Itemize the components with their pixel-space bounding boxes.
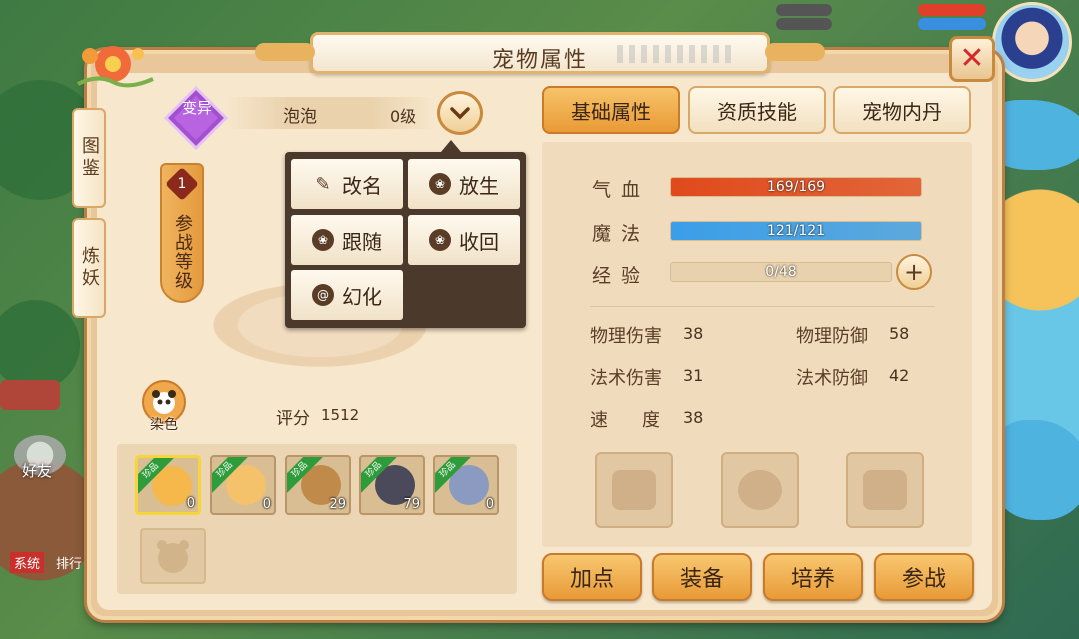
tab-aptitude-skills[interactable]: 资质技能 bbox=[688, 86, 826, 134]
variant-badge-label: 变异 bbox=[181, 99, 212, 117]
title-plate: 宠物属性 bbox=[255, 32, 825, 74]
armor-icon bbox=[863, 470, 907, 510]
pet-options-dropdown-button[interactable] bbox=[437, 91, 483, 135]
dye-label: 染色 bbox=[150, 417, 178, 433]
hp-label: 气血 bbox=[592, 179, 651, 201]
close-icon: ✕ bbox=[959, 41, 985, 76]
swirl-icon: @ bbox=[312, 284, 334, 306]
rename-label: 改名 bbox=[342, 173, 382, 198]
battle-level-number: 1 bbox=[165, 167, 199, 201]
stats-divider bbox=[590, 306, 935, 307]
window-title: 宠物属性 bbox=[491, 48, 588, 73]
tab-pet-core[interactable]: 宠物内丹 bbox=[833, 86, 971, 134]
friends-label[interactable]: 好友 bbox=[22, 460, 52, 481]
transform-button[interactable]: @ 幻化 bbox=[291, 270, 403, 320]
add-points-button[interactable]: 加点 bbox=[542, 553, 642, 601]
battle-level-tag: 1 参战等级 bbox=[160, 163, 204, 303]
hp-bar: 169/169 bbox=[670, 177, 922, 197]
equip-button[interactable]: 装备 bbox=[652, 553, 752, 601]
paw-icon: ❀ bbox=[429, 229, 451, 251]
close-button[interactable]: ✕ bbox=[949, 36, 995, 82]
exp-value: 0/48 bbox=[765, 264, 797, 280]
pet-slot[interactable]: 珍品 0 bbox=[135, 455, 201, 515]
pet-slot-level: 0 bbox=[262, 497, 271, 512]
mp-bar: 121/121 bbox=[670, 221, 922, 241]
hp-value: 169/169 bbox=[766, 179, 826, 195]
dye-button[interactable]: 染色 bbox=[138, 380, 190, 433]
equip-slot-scroll[interactable] bbox=[595, 452, 673, 528]
phys-def-value: 58 bbox=[889, 324, 910, 343]
pet-slot-level: 79 bbox=[403, 497, 420, 512]
follow-button[interactable]: ❀ 跟随 bbox=[291, 215, 403, 265]
brush-icon: ✎ bbox=[315, 173, 331, 195]
train-button[interactable]: 培养 bbox=[763, 553, 863, 601]
release-button[interactable]: ❀ 放生 bbox=[408, 159, 520, 209]
side-tab-refine[interactable]: 炼妖 bbox=[72, 218, 106, 318]
pet-level: 0级 bbox=[390, 107, 417, 126]
pet-slot[interactable]: 珍品 0 bbox=[433, 455, 499, 515]
paw-icon: ❀ bbox=[312, 229, 334, 251]
equip-slot-armor[interactable] bbox=[846, 452, 924, 528]
phys-atk-value: 38 bbox=[683, 324, 704, 343]
variant-badge-icon bbox=[164, 86, 228, 150]
pet-name: 泡泡 bbox=[283, 107, 317, 127]
magic-atk-value: 31 bbox=[683, 366, 704, 385]
pet-slot-level: 0 bbox=[186, 496, 195, 511]
battle-button[interactable]: 参战 bbox=[874, 553, 974, 601]
mp-value: 121/121 bbox=[766, 223, 826, 239]
flower-decoration-icon bbox=[77, 46, 154, 88]
pet-slot[interactable]: 珍品 29 bbox=[285, 455, 351, 515]
phys-atk-label: 物理伤害 bbox=[590, 326, 662, 347]
score-label: 评分 bbox=[276, 409, 310, 429]
speed-label: 速 度 bbox=[590, 410, 668, 431]
player-avatar[interactable] bbox=[992, 2, 1072, 82]
hud-bar-2 bbox=[776, 18, 832, 30]
panda-placeholder-icon bbox=[157, 540, 189, 573]
speed-value: 38 bbox=[683, 408, 704, 427]
transform-label: 幻化 bbox=[342, 284, 382, 309]
scroll-icon bbox=[612, 470, 656, 510]
chat-system-tag[interactable]: 系统 bbox=[10, 552, 45, 573]
magic-atk-label: 法术伤害 bbox=[590, 368, 662, 389]
chevron-down-icon bbox=[450, 107, 470, 120]
necklace-icon bbox=[738, 470, 782, 510]
equip-slot-necklace[interactable] bbox=[721, 452, 799, 528]
recall-button[interactable]: ❀ 收回 bbox=[408, 215, 520, 265]
pet-slot-level: 29 bbox=[329, 497, 346, 512]
hud-bar-1 bbox=[776, 4, 832, 16]
mp-label: 魔法 bbox=[592, 223, 651, 245]
exp-label: 经验 bbox=[592, 265, 651, 287]
phys-def-label: 物理防御 bbox=[796, 326, 868, 347]
pet-slot-level: 0 bbox=[485, 497, 494, 512]
hud-bar-hp bbox=[918, 4, 986, 16]
paw-icon: ❀ bbox=[429, 173, 451, 195]
release-label: 放生 bbox=[459, 173, 499, 198]
tab-basic-attributes[interactable]: 基础属性 bbox=[542, 86, 680, 134]
empty-pet-slot[interactable] bbox=[140, 528, 206, 584]
score-value: 1512 bbox=[321, 406, 360, 424]
pet-slot[interactable]: 珍品 0 bbox=[210, 455, 276, 515]
add-exp-button[interactable]: + bbox=[896, 254, 932, 290]
recall-label: 收回 bbox=[459, 229, 499, 254]
follow-label: 跟随 bbox=[342, 229, 382, 254]
pet-slot[interactable]: 珍品 79 bbox=[359, 455, 425, 515]
magic-def-value: 42 bbox=[889, 366, 910, 385]
chat-rank-tag[interactable]: 排行 bbox=[52, 552, 86, 573]
plus-icon: + bbox=[903, 258, 925, 286]
rename-button[interactable]: ✎ 改名 bbox=[291, 159, 403, 209]
side-tab-handbook[interactable]: 图鉴 bbox=[72, 108, 106, 208]
hud-bar-mp bbox=[918, 18, 986, 30]
battle-level-label: 参战等级 bbox=[172, 214, 193, 290]
exp-bar: 0/48 bbox=[670, 262, 892, 282]
magic-def-label: 法术防御 bbox=[796, 368, 868, 389]
